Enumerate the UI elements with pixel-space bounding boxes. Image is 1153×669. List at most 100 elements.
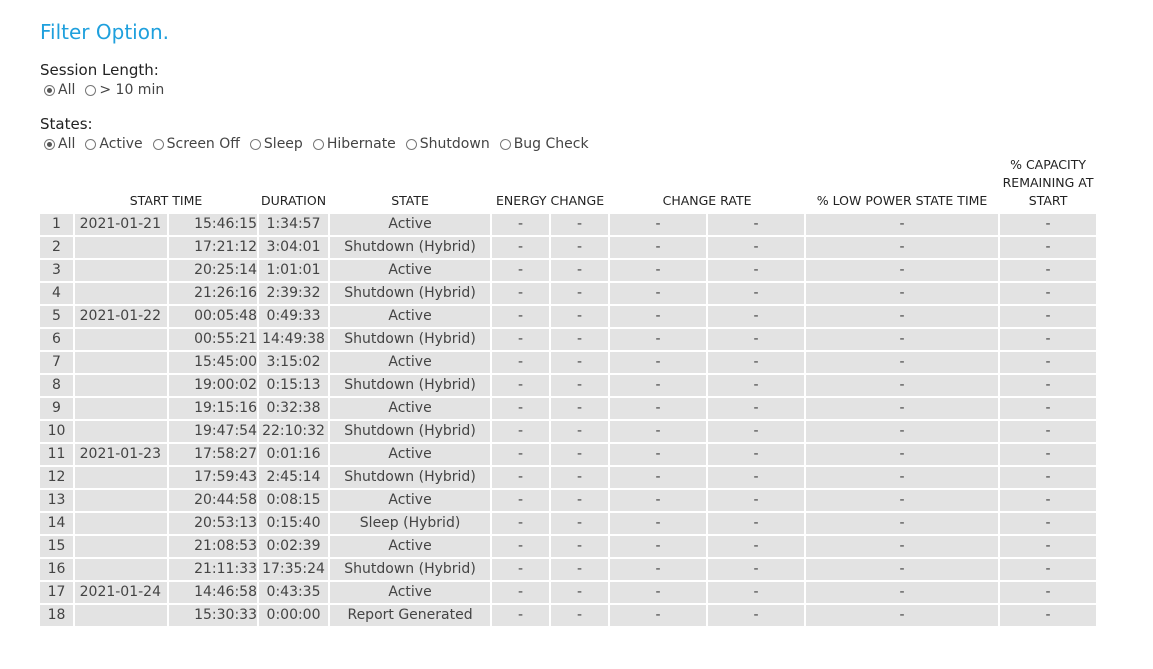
row-capacity-remaining: - (1000, 214, 1097, 235)
table-row: 12 17:59:43 2:45:14 Shutdown (Hybrid) - - - - - - (40, 467, 1097, 488)
row-low-power-state-time: - (806, 283, 999, 304)
session-length-label: Session Length: (40, 61, 159, 79)
row-change-rate-b: - (708, 490, 805, 511)
row-change-rate-a: - (610, 536, 707, 557)
row-start-date (75, 467, 167, 488)
row-low-power-state-time: - (806, 398, 999, 419)
row-capacity-remaining: - (1000, 260, 1097, 281)
row-low-power-state-time: - (806, 329, 999, 350)
row-energy-change-b: - (551, 283, 609, 304)
row-energy-change-a: - (492, 214, 550, 235)
row-energy-change-b: - (551, 306, 609, 327)
row-low-power-state-time: - (806, 605, 999, 626)
row-start-date (75, 329, 167, 350)
row-index: 9 (40, 398, 73, 419)
row-index: 10 (40, 421, 73, 442)
states-screen-off-radio[interactable]: Screen Off (152, 135, 240, 153)
session-length-radio-group: All > 10 min (44, 80, 1120, 100)
row-change-rate-b: - (708, 375, 805, 396)
row-duration: 0:00:00 (259, 605, 329, 626)
row-duration: 3:15:02 (259, 352, 329, 373)
row-energy-change-a: - (492, 398, 550, 419)
radio-label: Hibernate (326, 136, 396, 152)
row-energy-change-b: - (551, 536, 609, 557)
row-low-power-state-time: - (806, 444, 999, 465)
row-change-rate-a: - (610, 582, 707, 603)
row-energy-change-a: - (492, 421, 550, 442)
row-start-time: 21:11:33 (169, 559, 257, 580)
row-state: Active (330, 490, 491, 511)
row-change-rate-a: - (610, 605, 707, 626)
row-state: Active (330, 352, 491, 373)
radio-unchecked-icon[interactable] (249, 138, 261, 150)
states-bug-check-radio[interactable]: Bug Check (499, 135, 589, 153)
row-energy-change-a: - (492, 375, 550, 396)
row-start-date (75, 513, 167, 534)
row-start-time: 20:44:58 (169, 490, 257, 511)
row-start-time: 14:46:58 (169, 582, 257, 603)
row-start-date (75, 490, 167, 511)
row-energy-change-a: - (492, 559, 550, 580)
table-row: 6 00:55:21 14:49:38 Shutdown (Hybrid) - - - - - - (40, 329, 1097, 350)
row-state: Active (330, 582, 491, 603)
row-energy-change-a: - (492, 329, 550, 350)
row-capacity-remaining: - (1000, 398, 1097, 419)
row-state: Shutdown (Hybrid) (330, 467, 491, 488)
row-start-date: 2021-01-22 (75, 306, 167, 327)
row-state: Sleep (Hybrid) (330, 513, 491, 534)
row-index: 1 (40, 214, 73, 235)
radio-unchecked-icon[interactable] (152, 138, 164, 150)
states-shutdown-radio[interactable]: Shutdown (405, 135, 490, 153)
header-energy-change: ENERGY CHANGE (495, 193, 605, 208)
radio-unchecked-icon[interactable] (85, 138, 97, 150)
row-capacity-remaining: - (1000, 513, 1097, 534)
radio-unchecked-icon[interactable] (499, 138, 511, 150)
row-energy-change-a: - (492, 352, 550, 373)
row-duration: 0:02:39 (259, 536, 329, 557)
row-duration: 2:45:14 (259, 467, 329, 488)
row-start-time: 20:25:14 (169, 260, 257, 281)
row-state: Shutdown (Hybrid) (330, 329, 491, 350)
row-index: 8 (40, 375, 73, 396)
row-low-power-state-time: - (806, 490, 999, 511)
row-change-rate-a: - (610, 237, 707, 258)
header-state: STATE (391, 193, 429, 208)
row-low-power-state-time: - (806, 559, 999, 580)
radio-unchecked-icon[interactable] (312, 138, 324, 150)
sessions-table: START TIME DURATION STATE ENERGY CHANGE C… (38, 154, 1098, 628)
row-duration: 0:43:35 (259, 582, 329, 603)
header-capacity-remaining: % CAPACITY REMAINING AT START (1002, 157, 1094, 208)
row-start-time: 00:05:48 (169, 306, 257, 327)
radio-checked-icon[interactable] (44, 138, 55, 150)
row-duration: 0:08:15 (259, 490, 329, 511)
row-start-time: 19:00:02 (169, 375, 257, 396)
radio-unchecked-icon[interactable] (405, 138, 417, 150)
row-energy-change-a: - (492, 513, 550, 534)
row-duration: 17:35:24 (259, 559, 329, 580)
row-energy-change-a: - (492, 444, 550, 465)
row-start-date (75, 352, 167, 373)
radio-unchecked-icon[interactable] (85, 84, 97, 96)
row-start-date (75, 375, 167, 396)
row-energy-change-b: - (551, 582, 609, 603)
session-length-all-radio[interactable]: All (44, 81, 75, 99)
states-sleep-radio[interactable]: Sleep (249, 135, 303, 153)
states-hibernate-radio[interactable]: Hibernate (312, 135, 396, 153)
states-active-radio[interactable]: Active (85, 135, 143, 153)
row-energy-change-a: - (492, 536, 550, 557)
row-change-rate-a: - (610, 260, 707, 281)
row-start-time: 00:55:21 (169, 329, 257, 350)
row-energy-change-b: - (551, 375, 609, 396)
row-energy-change-b: - (551, 260, 609, 281)
states-all-radio[interactable]: All (44, 135, 75, 153)
row-change-rate-b: - (708, 398, 805, 419)
row-change-rate-b: - (708, 605, 805, 626)
row-energy-change-b: - (551, 513, 609, 534)
row-index: 7 (40, 352, 73, 373)
radio-checked-icon[interactable] (44, 84, 55, 96)
row-low-power-state-time: - (806, 352, 999, 373)
session-length-10min-radio[interactable]: > 10 min (85, 81, 164, 99)
row-state: Shutdown (Hybrid) (330, 421, 491, 442)
table-row: 10 19:47:54 22:10:32 Shutdown (Hybrid) - - - - -… (40, 421, 1097, 442)
filter-title: Filter Option. (40, 20, 169, 44)
